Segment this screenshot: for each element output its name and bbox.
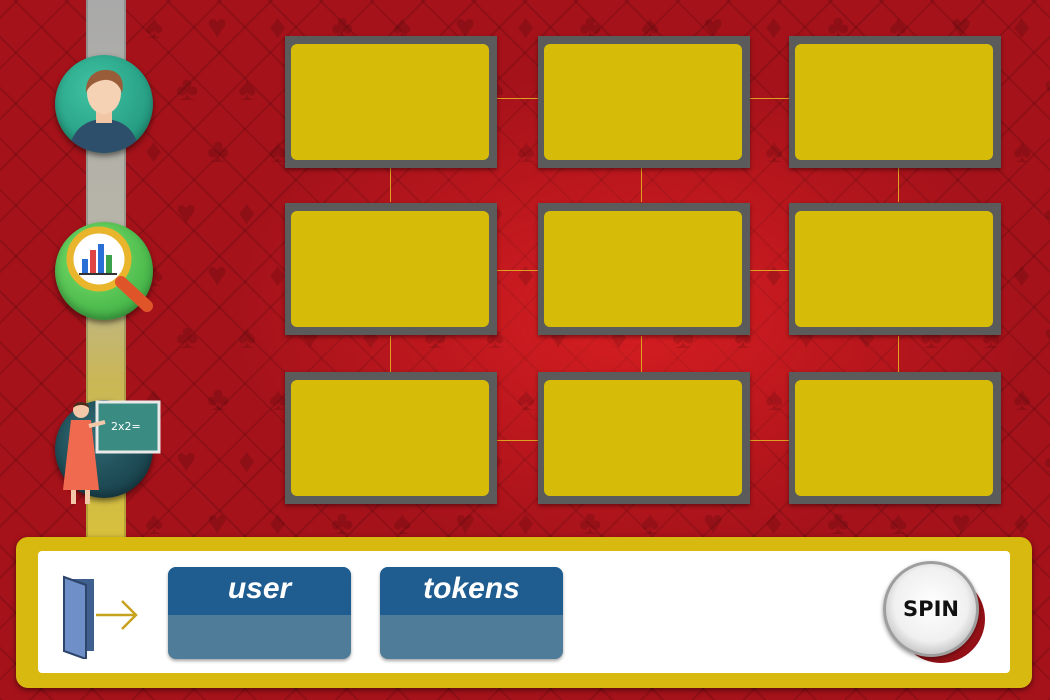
board-tile-8[interactable] (538, 372, 750, 504)
exit-door-icon (63, 575, 138, 661)
statistics-button[interactable] (55, 222, 153, 320)
board-tile-3[interactable] (789, 36, 1001, 168)
bottom-bar: user tokens SPIN (16, 537, 1032, 688)
board-tile-2[interactable] (538, 36, 750, 168)
spin-button[interactable]: SPIN (883, 561, 987, 665)
board-tile-9[interactable] (789, 372, 1001, 504)
user-label: user (168, 567, 351, 615)
bottom-panel: user tokens SPIN (38, 551, 1010, 673)
board-tile-5[interactable] (538, 203, 750, 335)
blackboard-text: 2x2= (111, 420, 141, 433)
spin-label: SPIN (883, 561, 979, 657)
board-tile-6[interactable] (789, 203, 1001, 335)
board-tile-4[interactable] (285, 203, 497, 335)
board-tile-1[interactable] (285, 36, 497, 168)
chart-magnifier-icon (66, 226, 153, 312)
user-value (168, 615, 351, 659)
teacher-blackboard-icon: 2x2= (63, 400, 161, 504)
tokens-label: tokens (380, 567, 563, 615)
exit-button[interactable] (60, 571, 140, 661)
board-tile-7[interactable] (285, 372, 497, 504)
tokens-box: tokens (380, 567, 563, 659)
user-box: user (168, 567, 351, 659)
tutorial-button[interactable]: 2x2= (55, 400, 161, 504)
profile-button[interactable] (55, 55, 153, 153)
user-avatar-icon (69, 69, 139, 153)
tokens-value (380, 615, 563, 659)
